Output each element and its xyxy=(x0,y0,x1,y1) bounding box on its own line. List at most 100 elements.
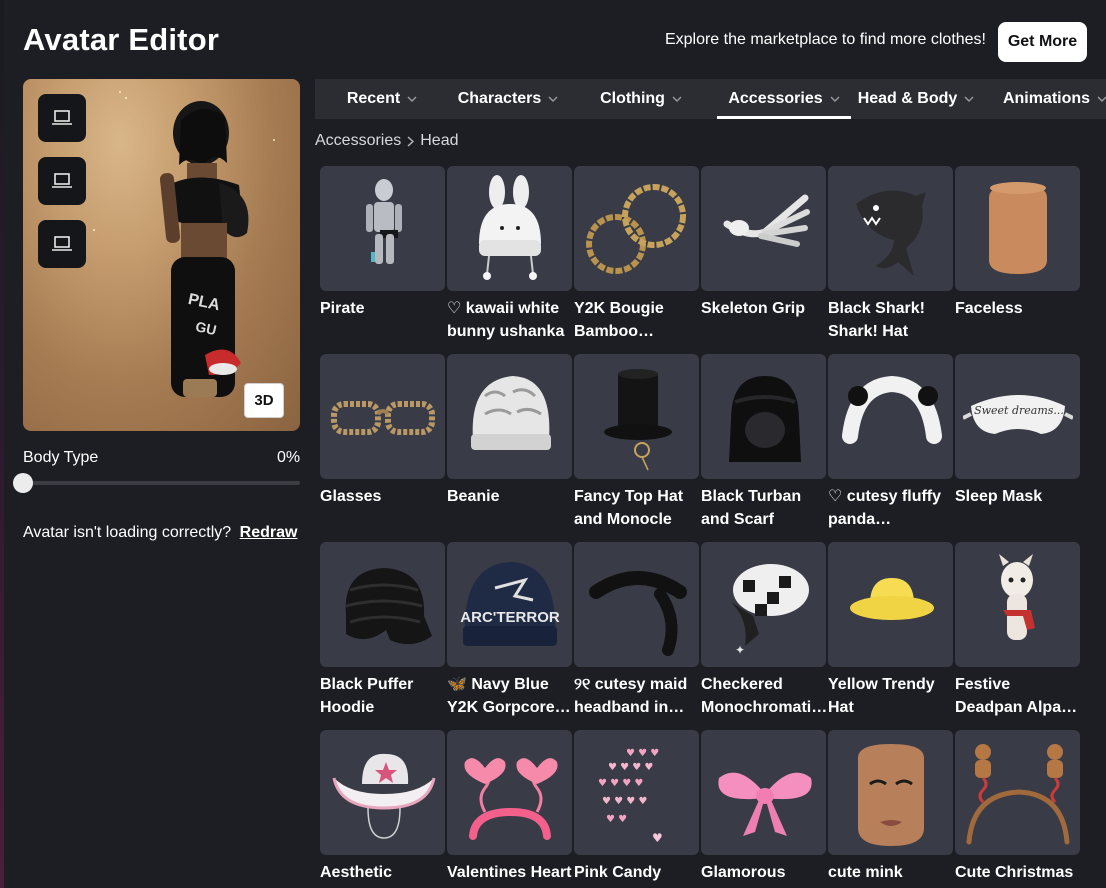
item-tile[interactable]: Skeleton Grip xyxy=(701,166,826,320)
skeleton-hand-icon xyxy=(723,194,810,247)
item-tile[interactable]: Sweet dreams... Sleep Mask xyxy=(955,354,1080,508)
svg-text:♥ ♥: ♥ ♥ xyxy=(606,814,627,825)
breadcrumb-accessories[interactable]: Accessories xyxy=(315,132,401,150)
face-head-icon xyxy=(857,743,924,846)
svg-text:♥: ♥ xyxy=(652,831,663,845)
turban-icon xyxy=(728,375,801,462)
item-thumbnail xyxy=(828,730,953,855)
item-name: Cute Christmas xyxy=(955,864,1074,881)
item-tile[interactable]: Cute Christmas xyxy=(955,730,1080,884)
tab-animations[interactable]: Animations xyxy=(993,79,1106,119)
item-thumbnail xyxy=(574,542,699,667)
tab-recent[interactable]: Recent xyxy=(315,79,449,119)
item-name: Festive Deadpan Alpaca Head xyxy=(955,676,1079,716)
redraw-link[interactable]: Redraw xyxy=(240,524,298,541)
item-tile[interactable]: ARC'TERROR 🦋 Navy Blue Y2K Gorpcore… xyxy=(447,542,572,719)
top-hat-icon xyxy=(603,368,672,470)
item-name: Glasses xyxy=(320,488,382,505)
body-type-slider-track[interactable] xyxy=(23,481,300,485)
item-thumbnail xyxy=(828,542,953,667)
item-thumbnail xyxy=(701,730,826,855)
svg-text:✦: ✦ xyxy=(735,643,745,657)
item-thumbnail xyxy=(955,542,1080,667)
get-more-button[interactable]: Get More xyxy=(998,22,1087,62)
chevron-down-icon xyxy=(964,96,974,102)
item-name: ♡ cutesy fluffy panda scrunchi… xyxy=(828,488,942,528)
tab-head-and-body[interactable]: Head & Body xyxy=(853,79,979,119)
item-thumbnail xyxy=(955,730,1080,855)
item-name: Faceless xyxy=(955,300,1023,317)
item-tile[interactable]: ୨୧ cutesy maid headband in fu… xyxy=(574,542,699,719)
item-tile[interactable]: Glamorous Head xyxy=(701,730,826,888)
item-name: Valentines Heart xyxy=(447,864,572,881)
bunny-hat-icon xyxy=(478,174,541,280)
item-tile[interactable]: ♡ cutesy fluffy panda scrunchi… xyxy=(828,354,953,531)
item-tile[interactable]: Beanie xyxy=(447,354,572,508)
chevron-down-icon xyxy=(1097,96,1106,102)
tab-label: Clothing xyxy=(600,90,665,107)
item-name: Pink Candy xyxy=(574,864,662,881)
item-name: ♡ kawaii white bunny ushanka xyxy=(447,300,565,340)
puffer-hood-icon xyxy=(345,567,432,644)
item-thumbnail: ♥ ♥ ♥ ♥ ♥ ♥ ♥ ♥ ♥ ♥ ♥ ♥ ♥ ♥ ♥ ♥ ♥ ♥ xyxy=(574,730,699,855)
marketplace-promo-text: Explore the marketplace to find more clo… xyxy=(664,31,986,48)
laptop-icon xyxy=(52,173,72,188)
item-thumbnail xyxy=(320,542,445,667)
item-name: Black Shark! Shark! Hat xyxy=(828,300,925,340)
item-tile[interactable]: Faceless xyxy=(955,166,1080,320)
item-tile[interactable]: Black Shark! Shark! Hat xyxy=(828,166,953,343)
item-name: ୨୧ cutesy maid headband in fu… xyxy=(574,676,688,716)
item-name: 🦋 Navy Blue Y2K Gorpcore… xyxy=(447,676,571,716)
svg-text:ARC'TERROR: ARC'TERROR xyxy=(460,609,560,626)
item-tile[interactable]: ♥ ♥ ♥ ♥ ♥ ♥ ♥ ♥ ♥ ♥ ♥ ♥ ♥ ♥ ♥ ♥ ♥ ♥ Pink… xyxy=(574,730,699,884)
outfit-slot-button[interactable] xyxy=(38,157,86,205)
item-thumbnail xyxy=(701,354,826,479)
item-tile[interactable]: Y2K Bougie Bamboo Hoops… xyxy=(574,166,699,343)
item-thumbnail xyxy=(320,166,445,291)
gingerbread-headband-icon xyxy=(966,743,1069,844)
category-tabbar: Recent Characters Clothing Accessories H… xyxy=(315,79,1106,119)
panda-headband-icon xyxy=(841,375,942,444)
view-3d-toggle[interactable]: 3D xyxy=(244,383,284,418)
avatar-preview[interactable]: PLA GU 3D xyxy=(23,79,300,431)
avatar-figure: PLA GU xyxy=(159,101,249,397)
item-tile[interactable]: Festive Deadpan Alpaca Head xyxy=(955,542,1080,719)
candy-hearts-icon: ♥ ♥ ♥ ♥ ♥ ♥ ♥ ♥ ♥ ♥ ♥ ♥ ♥ ♥ ♥ ♥ ♥ ♥ xyxy=(598,748,663,845)
navy-beanie-icon: ARC'TERROR xyxy=(460,561,560,646)
item-name: Checkered Monochromati… xyxy=(701,676,828,716)
item-tile[interactable]: Black Puffer Hoodie xyxy=(320,542,445,719)
item-tile[interactable]: Glasses xyxy=(320,354,445,508)
tab-accessories[interactable]: Accessories xyxy=(717,79,851,119)
beanie-icon xyxy=(470,375,551,450)
item-thumbnail xyxy=(574,166,699,291)
item-tile[interactable]: Valentines Heart xyxy=(447,730,572,884)
item-tile[interactable]: Yellow Trendy Hat xyxy=(828,542,953,719)
checkered-hat-icon: ✦ xyxy=(730,563,809,657)
item-tile[interactable]: Fancy Top Hat and Monocle xyxy=(574,354,699,531)
maid-headband-icon xyxy=(588,570,687,656)
item-tile[interactable]: Pirate xyxy=(320,166,445,320)
item-name: Glamorous Head xyxy=(701,864,786,888)
item-tile[interactable]: Black Turban and Scarf xyxy=(701,354,826,531)
item-name: Black Puffer Hoodie xyxy=(320,676,414,716)
item-tile[interactable]: Aesthetic xyxy=(320,730,445,884)
redraw-prompt: Avatar isn't loading correctly? xyxy=(23,524,232,541)
breadcrumb: Accessories Head xyxy=(315,132,459,150)
bucket-hat-icon xyxy=(849,577,934,620)
item-thumbnail xyxy=(955,166,1080,291)
outfit-slot-button[interactable] xyxy=(38,220,86,268)
outfit-slot-button[interactable] xyxy=(38,94,86,142)
sparkle xyxy=(119,91,121,93)
item-thumbnail xyxy=(701,166,826,291)
item-thumbnail xyxy=(828,166,953,291)
tab-clothing[interactable]: Clothing xyxy=(567,79,715,119)
item-tile[interactable]: ✦ Checkered Monochromati… xyxy=(701,542,828,719)
item-tile[interactable]: cute mink lashes xyxy=(828,730,953,888)
item-grid: Pirate ♡ kawaii white bunny ushanka Y2K … xyxy=(320,166,1106,888)
item-name: Pirate xyxy=(320,300,365,317)
item-tile[interactable]: ♡ kawaii white bunny ushanka xyxy=(447,166,572,343)
tab-characters[interactable]: Characters xyxy=(449,79,567,119)
laptop-icon xyxy=(52,110,72,125)
body-type-slider-thumb[interactable] xyxy=(13,473,33,493)
chevron-down-icon xyxy=(407,96,417,102)
